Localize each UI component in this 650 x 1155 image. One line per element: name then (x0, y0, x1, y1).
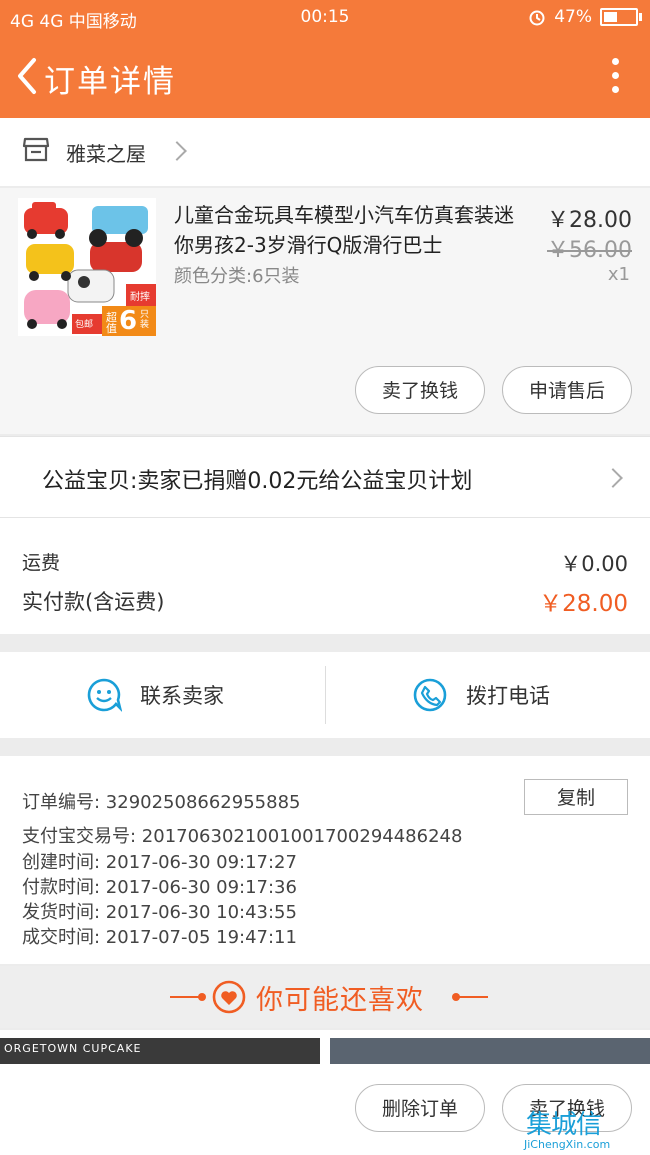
watermark-title: 集城信 (526, 1110, 602, 1140)
order-number: 订单编号: 32902508662955885 (22, 792, 301, 813)
chat-icon (87, 678, 122, 712)
divider (458, 996, 488, 998)
fees-section: 运费 ￥0.00 实付款(含运费) ￥28.00 (0, 518, 650, 634)
product-spec: 颜色分类:6只装 (174, 266, 300, 287)
more-options-icon[interactable] (610, 58, 620, 98)
contact-bar: 联系卖家 拨打电话 (0, 652, 650, 738)
alarm-icon (529, 10, 545, 26)
nav-bar: 订单详情 (0, 34, 650, 118)
shipped-time: 发货时间: 2017-06-30 10:43:55 (22, 902, 297, 923)
completed-time: 成交时间: 2017-07-05 19:47:11 (22, 927, 297, 948)
product-image[interactable]: 包邮 超值 6 只装 耐摔 (18, 198, 156, 336)
back-arrow-icon[interactable] (10, 54, 46, 98)
shipping-value: ￥0.00 (560, 552, 628, 576)
product-title[interactable]: 儿童合金玩具车模型小汽车仿真套装迷你男孩2-3岁滑行Q版滑行巴士 (174, 200, 524, 260)
divider (170, 996, 200, 998)
copy-button[interactable]: 复制 (524, 779, 628, 815)
shop-name: 雅菜之屋 (66, 142, 146, 166)
divider (198, 993, 206, 1001)
product-original-price: ￥56.00 (547, 238, 632, 263)
recommend-image-text: ORGETOWN CUPCAKE (4, 1042, 142, 1055)
paid-time: 付款时间: 2017-06-30 09:17:36 (22, 877, 297, 898)
recommend-item-image[interactable] (330, 1038, 650, 1066)
product-card[interactable]: 包邮 超值 6 只装 耐摔 儿童合金玩具车模型小汽车仿真套装迷你男孩2-3岁滑行… (0, 188, 650, 434)
recommend-strip: ORGETOWN CUPCAKE (0, 1030, 650, 1066)
divider (325, 666, 326, 724)
contact-seller-button[interactable]: 联系卖家 (86, 652, 224, 738)
store-icon (22, 137, 50, 162)
battery-icon (600, 8, 642, 26)
product-quantity: x1 (607, 264, 630, 285)
heart-icon (212, 980, 246, 1014)
charity-row[interactable]: 公益宝贝:卖家已捐赠0.02元给公益宝贝计划 (0, 436, 650, 518)
badge-unit: 只装 (140, 310, 150, 330)
page-title: 订单详情 (44, 64, 176, 100)
contact-seller-label: 联系卖家 (140, 684, 224, 708)
watermark-url: JiChengXin.com (524, 1138, 611, 1151)
delete-order-button[interactable]: 删除订单 (355, 1084, 485, 1132)
paid-label: 实付款(含运费) (22, 590, 165, 614)
status-right: 47% (528, 7, 642, 27)
call-button[interactable]: 拨打电话 (412, 652, 550, 738)
created-time: 创建时间: 2017-06-30 09:17:27 (22, 852, 297, 873)
alipay-trade-number: 支付宝交易号: 2017063021001001700294486248 (22, 826, 463, 847)
paid-value: ￥28.00 (539, 591, 628, 617)
watermark: 集城信 JiChengXin.com (520, 1104, 644, 1152)
chevron-right-icon (603, 468, 623, 488)
badge-free-shipping: 包邮 (75, 320, 94, 330)
shipping-label: 运费 (22, 552, 61, 574)
charity-text: 公益宝贝:卖家已捐赠0.02元给公益宝贝计划 (42, 469, 473, 494)
shop-row[interactable]: 雅菜之屋 (0, 118, 650, 186)
status-bar: 4G 4G 中国移动 00:15 47% (0, 0, 650, 34)
after-sale-button[interactable]: 申请售后 (502, 366, 632, 414)
badge-sale: 超值 (106, 311, 117, 335)
sell-back-button[interactable]: 卖了换钱 (355, 366, 485, 414)
battery-percent: 47% (554, 7, 592, 27)
product-price: ￥28.00 (547, 208, 632, 233)
badge-sturdy: 耐摔 (130, 292, 150, 303)
recommend-header: 你可能还喜欢 (0, 966, 650, 1028)
badge-count: 6 (119, 306, 138, 336)
order-info: 订单编号: 32902508662955885 复制 支付宝交易号: 20170… (0, 756, 650, 964)
recommend-item-image[interactable]: ORGETOWN CUPCAKE (0, 1038, 320, 1066)
chevron-right-icon (167, 141, 187, 161)
call-label: 拨打电话 (466, 684, 550, 708)
recommend-title: 你可能还喜欢 (256, 985, 424, 1016)
phone-icon (413, 678, 447, 712)
